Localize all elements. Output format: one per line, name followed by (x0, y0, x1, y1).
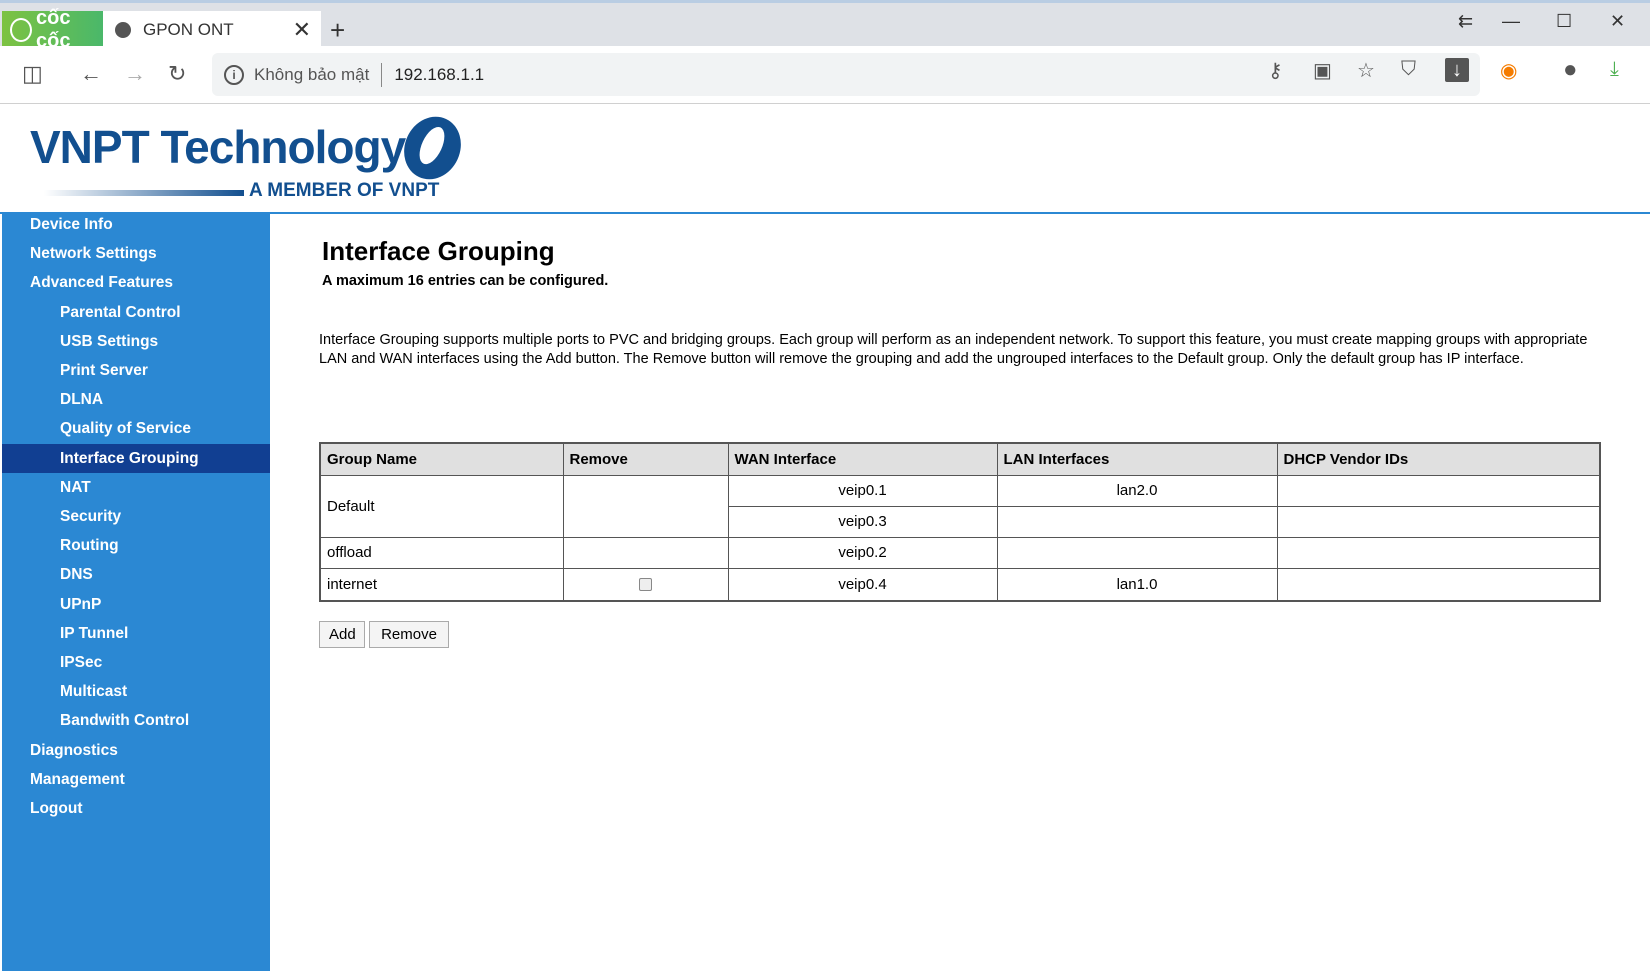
translate-icon[interactable]: ▣ (1313, 58, 1332, 83)
wan-cell: veip0.4 (727, 567, 998, 602)
sidebar-item-print-server[interactable]: Print Server (2, 356, 270, 385)
bookmark-star-icon[interactable]: ☆ (1357, 58, 1375, 83)
remove-button[interactable]: Remove (369, 621, 449, 648)
group-name-cell: offload (319, 536, 564, 569)
remove-cell (562, 536, 729, 569)
globe-icon (115, 22, 131, 38)
info-icon[interactable]: i (224, 64, 244, 85)
table-row: internet veip0.4 lan1.0 (319, 567, 1601, 602)
sidebar-item-dns[interactable]: DNS (2, 560, 270, 589)
sidebar-item-logout[interactable]: Logout (2, 794, 270, 823)
interface-grouping-table: Group Name Remove WAN Interface LAN Inte… (319, 442, 1601, 602)
sidebar-item-parental-control[interactable]: Parental Control (2, 298, 270, 327)
key-icon[interactable]: ⚷ (1268, 58, 1283, 83)
logo-line (44, 190, 244, 196)
close-tab-icon[interactable]: ✕ (293, 17, 311, 43)
brand-logo-text: VNPT Technology (30, 121, 406, 173)
sidebar-item-routing[interactable]: Routing (2, 531, 270, 560)
page-description: Interface Grouping supports multiple por… (319, 332, 1588, 367)
column-header: Remove (562, 442, 729, 476)
dhcp-cell (1276, 536, 1601, 569)
forward-button[interactable]: → (124, 61, 146, 87)
lan-cell (996, 505, 1278, 538)
page-title: Interface Grouping (322, 236, 555, 266)
divider (381, 62, 383, 87)
remove-cell (562, 567, 729, 602)
back-button[interactable]: ← (80, 61, 102, 87)
dhcp-cell (1276, 505, 1601, 538)
lan-cell (996, 536, 1278, 569)
remove-cell (562, 474, 729, 538)
vnpt-logo-icon (394, 107, 471, 189)
page-subtitle: A maximum 16 entries can be configured. (322, 273, 609, 289)
download-page-icon[interactable]: ↓ (1445, 58, 1469, 82)
maximize-button[interactable]: ☐ (1556, 11, 1572, 32)
browser-toolbar: ◫ ← → ↻ i Không bảo mật 192.168.1.1 ⚷ ▣ … (0, 46, 1650, 104)
sidebar-item-security[interactable]: Security (2, 502, 270, 531)
tab-title: GPON ONT (143, 20, 234, 39)
sidebar-item-quality-of-service[interactable]: Quality of Service (2, 414, 270, 443)
remove-checkbox[interactable] (639, 578, 652, 592)
group-name-cell: internet (319, 567, 564, 602)
sidebar-item-dlna[interactable]: DLNA (2, 385, 270, 414)
sidebar-item-ip-tunnel[interactable]: IP Tunnel (2, 619, 270, 648)
sidebar-toggle-icon[interactable]: ◫ (22, 61, 43, 87)
sidebar-item-multicast[interactable]: Multicast (2, 677, 270, 706)
column-header: Group Name (319, 442, 564, 476)
sidebar-item-advanced-features[interactable]: Advanced Features (2, 268, 270, 297)
sidebar-item-upnp[interactable]: UPnP (2, 590, 270, 619)
wan-cell: veip0.2 (727, 536, 998, 569)
table-row: Default veip0.1 lan2.0 (319, 474, 1601, 538)
table-header-row: Group Name Remove WAN Interface LAN Inte… (319, 442, 1601, 476)
lan-cell: lan2.0 (996, 474, 1278, 507)
extension-icon[interactable]: ◉ (1500, 58, 1517, 83)
sidebar-nav: Device Info Network Settings Advanced Feat… (2, 214, 270, 971)
sidebar-item-network-settings[interactable]: Network Settings (2, 239, 270, 268)
sidebar-item-bandwith-control[interactable]: Bandwith Control (2, 706, 270, 735)
add-button[interactable]: Add (319, 621, 365, 648)
coccoc-logo-icon (10, 18, 32, 42)
sidebar-item-diagnostics[interactable]: Diagnostics (2, 736, 270, 765)
column-header: LAN Interfaces (996, 442, 1278, 476)
wan-cell: veip0.3 (727, 505, 998, 538)
sidebar-item-usb-settings[interactable]: USB Settings (2, 327, 270, 356)
wan-cell: veip0.1 (727, 474, 998, 507)
address-bar[interactable]: i Không bảo mật 192.168.1.1 (212, 53, 1480, 96)
group-name-cell: Default (319, 474, 564, 538)
close-window-button[interactable]: ✕ (1610, 11, 1625, 32)
sidebar-item-nat[interactable]: NAT (2, 473, 270, 502)
reload-button[interactable]: ↻ (168, 61, 186, 87)
coccoc-menu-button[interactable]: cốc cốc (2, 7, 103, 52)
minimize-button[interactable]: — (1502, 11, 1520, 32)
browser-tab-bar: cốc cốc GPON ONT ✕ + ⇇ — ☐ ✕ (0, 0, 1650, 52)
sidebar-item-device-info[interactable]: Device Info (2, 210, 270, 239)
sidebar-item-interface-grouping[interactable]: Interface Grouping (2, 443, 270, 473)
column-header: WAN Interface (727, 442, 998, 476)
sidebar-item-ipsec[interactable]: IPSec (2, 648, 270, 677)
downloads-icon[interactable]: ⤓ (1610, 58, 1619, 81)
profile-icon[interactable]: ● (1563, 56, 1578, 84)
column-header: DHCP Vendor IDs (1276, 442, 1601, 476)
dhcp-cell (1276, 567, 1601, 602)
tab-search-icon[interactable]: ⇇ (1458, 11, 1473, 32)
security-label: Không bảo mật (254, 64, 370, 84)
table-row: offload veip0.2 (319, 536, 1601, 569)
tab-gpon-ont[interactable]: GPON ONT ✕ (103, 11, 321, 49)
page-header: VNPT Technology A MEMBER OF VNPT (0, 104, 1650, 214)
dhcp-cell (1276, 474, 1601, 507)
shield-icon[interactable]: ⛉ (1401, 58, 1416, 81)
lan-cell: lan1.0 (996, 567, 1278, 602)
brand-tagline: A MEMBER OF VNPT (249, 180, 440, 201)
url-text[interactable]: 192.168.1.1 (394, 65, 484, 85)
new-tab-button[interactable]: + (330, 15, 345, 46)
sidebar-item-management[interactable]: Management (2, 765, 270, 794)
